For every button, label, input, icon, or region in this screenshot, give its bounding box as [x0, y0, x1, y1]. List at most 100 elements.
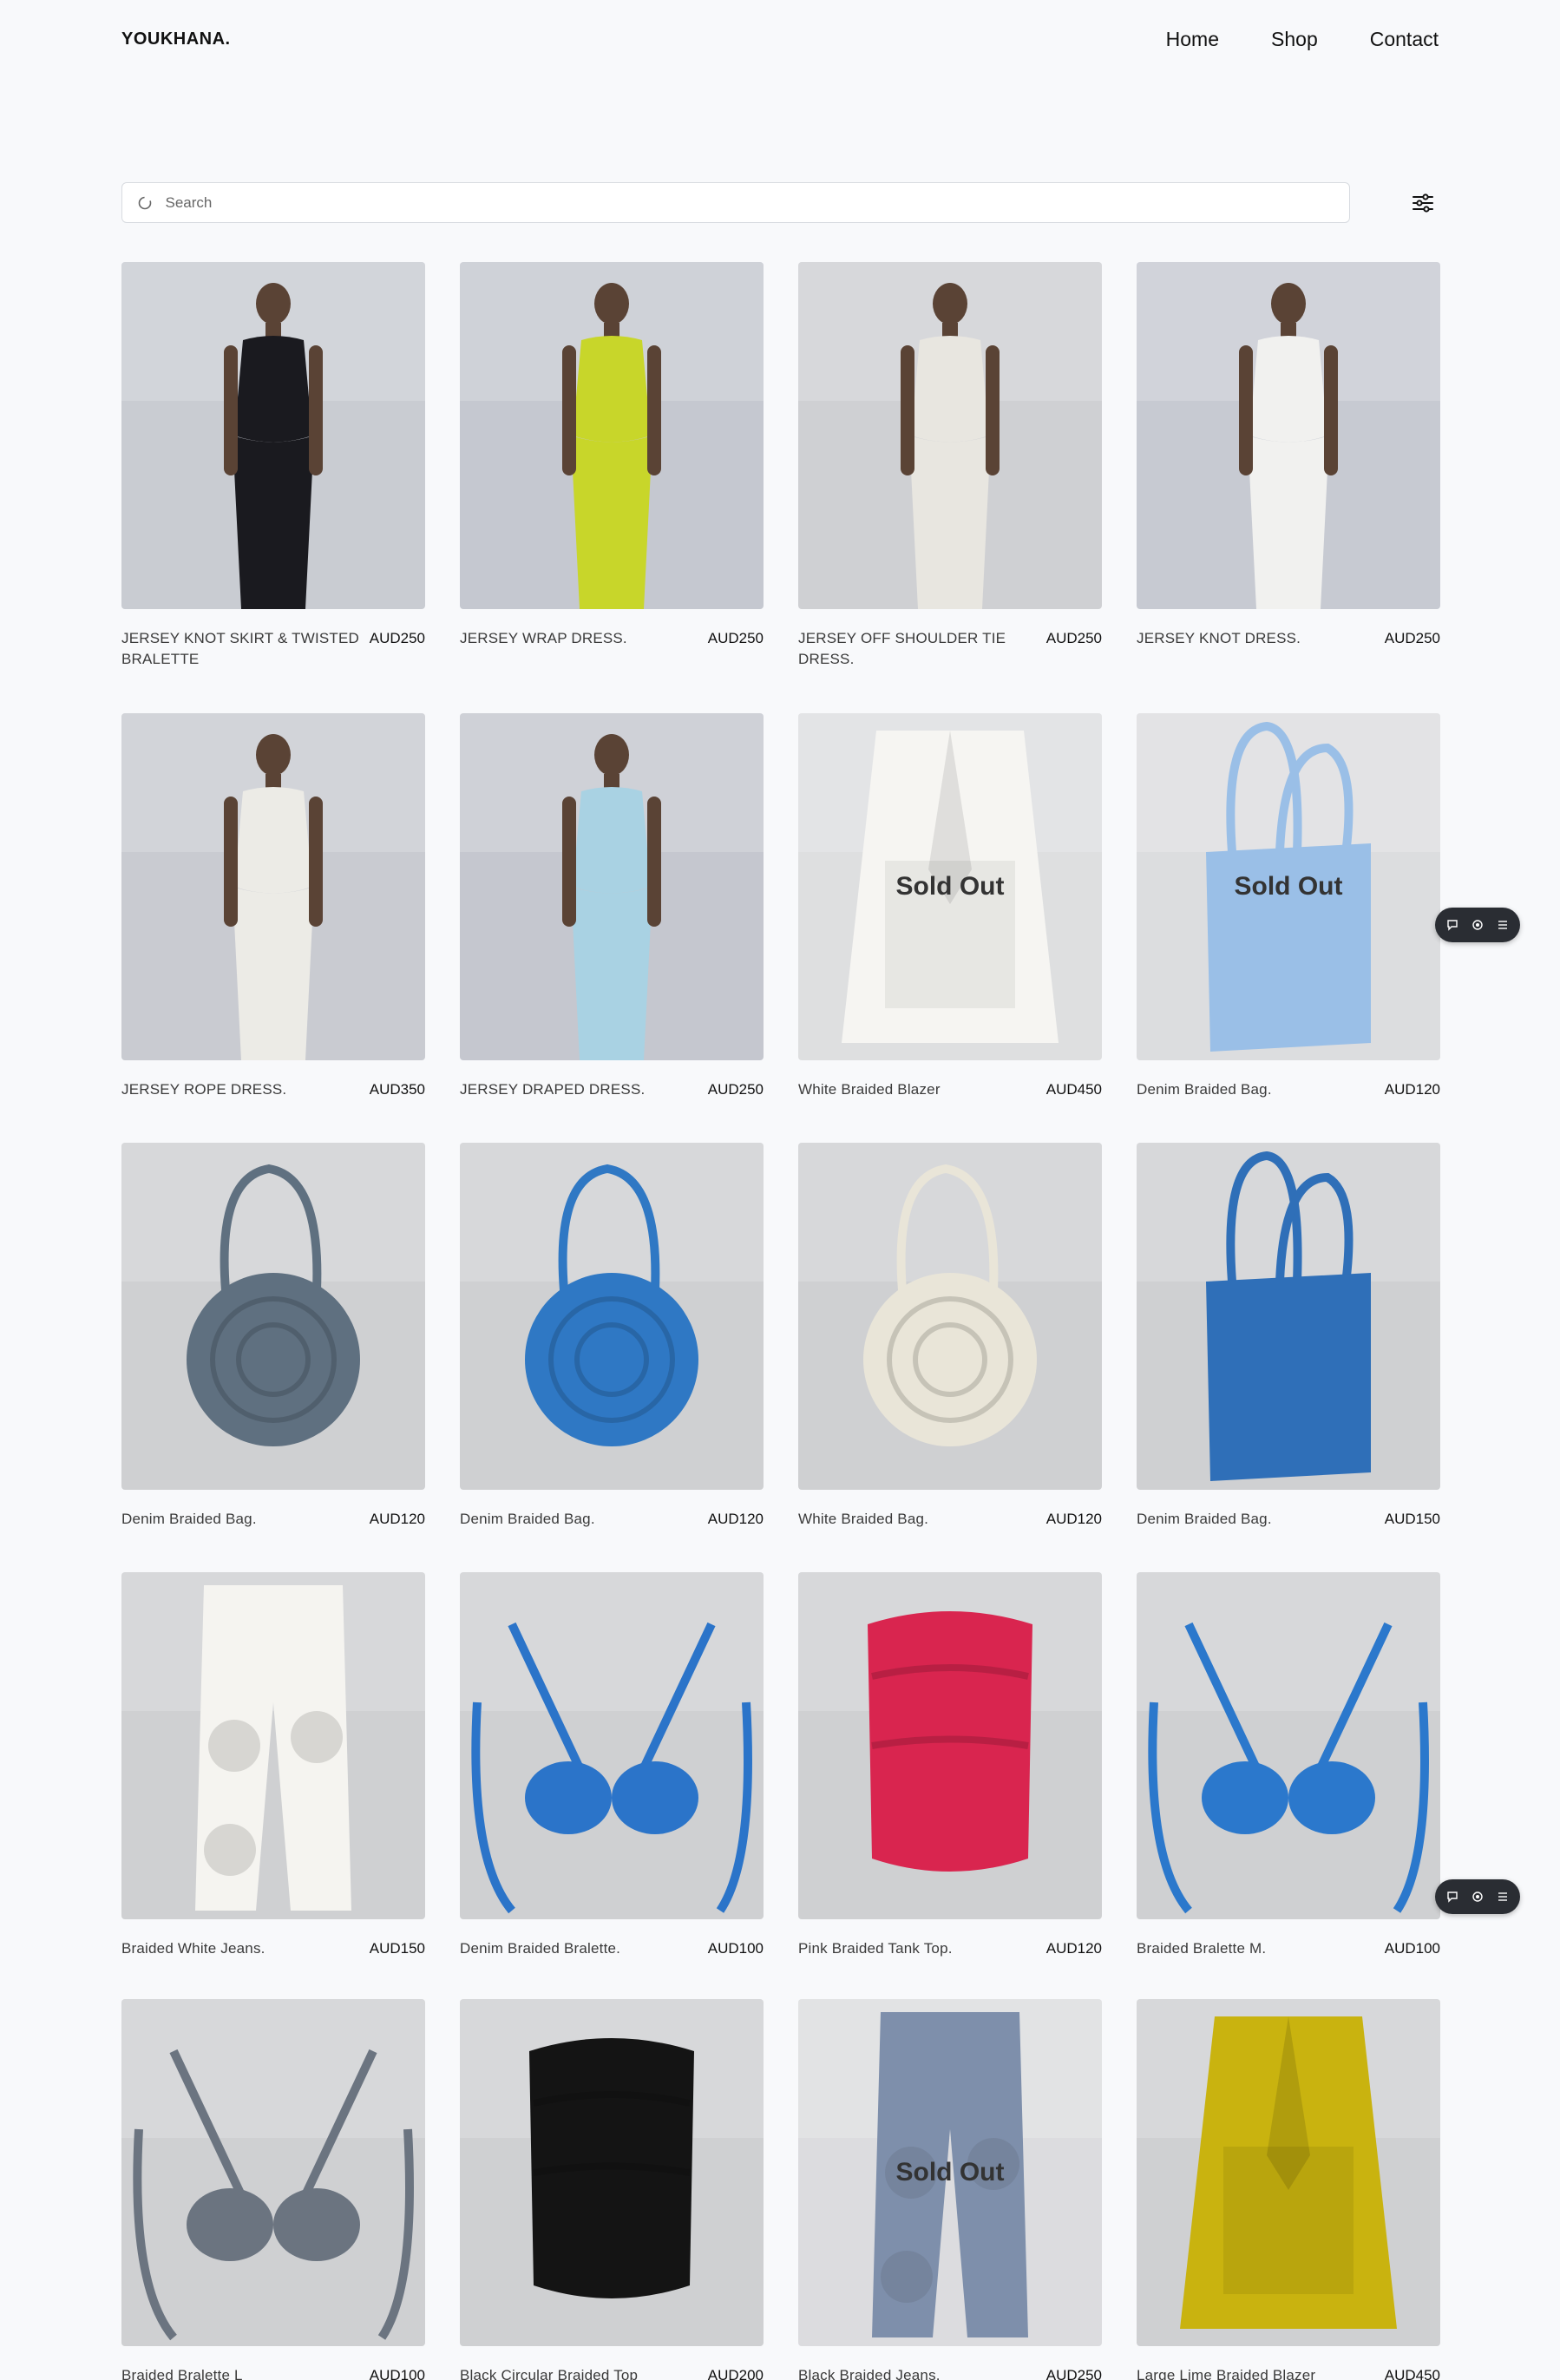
floating-toolbar-2[interactable] — [1435, 1879, 1520, 1914]
eye-icon[interactable] — [1470, 1889, 1485, 1905]
product-card[interactable]: Large Lime Braided Blazer AUD450 — [1137, 1999, 1440, 2380]
product-title[interactable]: JERSEY KNOT DRESS. — [1137, 628, 1301, 649]
product-meta: JERSEY OFF SHOULDER TIE DRESS. AUD250 — [798, 609, 1102, 670]
product-image — [460, 1999, 764, 2346]
sold-out-label: Sold Out — [895, 2158, 1005, 2187]
search-box[interactable] — [121, 182, 1350, 223]
product-meta: White Braided Bag. AUD120 — [798, 1490, 1102, 1530]
product-card[interactable]: Braided Bralette M. AUD100 — [1137, 1572, 1440, 1999]
product-price: AUD350 — [369, 1081, 425, 1098]
brand-logo[interactable]: YOUKHANA. — [121, 30, 231, 49]
product-card[interactable]: Sold Out White Braided Blazer AUD450 — [798, 713, 1102, 1143]
product-title[interactable]: Braided Bralette M. — [1137, 1938, 1266, 1959]
site-header: YOUKHANA. Home Shop Contact — [121, 24, 1439, 54]
product-meta: Large Lime Braided Blazer AUD450 — [1137, 2346, 1440, 2380]
product-meta: Black Braided Jeans. AUD250 — [798, 2346, 1102, 2380]
product-thumbnail[interactable] — [460, 1143, 764, 1490]
product-image — [121, 262, 425, 609]
product-image — [460, 262, 764, 609]
product-thumbnail[interactable] — [460, 262, 764, 609]
floating-toolbar[interactable] — [1435, 908, 1520, 942]
product-meta: Denim Braided Bag. AUD120 — [121, 1490, 425, 1530]
product-title[interactable]: Denim Braided Bag. — [1137, 1509, 1272, 1530]
product-price: AUD250 — [707, 1081, 764, 1098]
product-title[interactable]: Braided Bralette L — [121, 2365, 243, 2380]
product-thumbnail[interactable] — [798, 262, 1102, 609]
product-thumbnail[interactable] — [121, 262, 425, 609]
product-card[interactable]: Braided Bralette L AUD100 — [121, 1999, 425, 2380]
comment-icon[interactable] — [1445, 917, 1460, 933]
product-title[interactable]: Denim Braided Bralette. — [460, 1938, 620, 1959]
product-thumbnail[interactable] — [460, 1572, 764, 1919]
product-card[interactable]: JERSEY KNOT SKIRT & TWISTED BRALETTE AUD2… — [121, 262, 425, 713]
product-thumbnail[interactable]: Sold Out — [1137, 713, 1440, 1060]
product-title[interactable]: Denim Braided Bag. — [460, 1509, 595, 1530]
product-title[interactable]: Denim Braided Bag. — [121, 1509, 257, 1530]
product-image — [460, 1143, 764, 1490]
comment-icon[interactable] — [1445, 1889, 1460, 1905]
product-card[interactable]: JERSEY KNOT DRESS. AUD250 — [1137, 262, 1440, 713]
product-title[interactable]: White Braided Bag. — [798, 1509, 928, 1530]
product-title[interactable]: JERSEY WRAP DRESS. — [460, 628, 627, 649]
product-title[interactable]: Pink Braided Tank Top. — [798, 1938, 953, 1959]
menu-icon[interactable] — [1495, 917, 1511, 933]
product-thumbnail[interactable] — [460, 1999, 764, 2346]
product-title[interactable]: JERSEY OFF SHOULDER TIE DRESS. — [798, 628, 1041, 670]
product-card[interactable]: Sold Out Denim Braided Bag. AUD120 — [1137, 713, 1440, 1143]
product-meta: JERSEY ROPE DRESS. AUD350 — [121, 1060, 425, 1100]
product-price: AUD200 — [707, 2367, 764, 2380]
product-title[interactable]: Black Circular Braided Top — [460, 2365, 638, 2380]
product-thumbnail[interactable] — [121, 1572, 425, 1919]
product-card[interactable]: Black Circular Braided Top AUD200 — [460, 1999, 764, 2380]
product-thumbnail[interactable] — [1137, 262, 1440, 609]
filter-button[interactable] — [1407, 187, 1439, 219]
product-meta: JERSEY DRAPED DRESS. AUD250 — [460, 1060, 764, 1100]
product-title[interactable]: Braided White Jeans. — [121, 1938, 265, 1959]
product-card[interactable]: Denim Braided Bag. AUD120 — [121, 1143, 425, 1572]
product-image — [121, 1999, 425, 2346]
product-card[interactable]: Denim Braided Bag. AUD150 — [1137, 1143, 1440, 1572]
product-card[interactable]: JERSEY WRAP DRESS. AUD250 — [460, 262, 764, 713]
product-thumbnail[interactable] — [460, 713, 764, 1060]
product-thumbnail[interactable] — [121, 1999, 425, 2346]
product-thumbnail[interactable] — [121, 1143, 425, 1490]
product-thumbnail[interactable]: Sold Out — [798, 713, 1102, 1060]
product-title[interactable]: JERSEY DRAPED DRESS. — [460, 1079, 645, 1100]
nav-home[interactable]: Home — [1166, 28, 1219, 51]
product-thumbnail[interactable] — [798, 1572, 1102, 1919]
product-thumbnail[interactable] — [1137, 1999, 1440, 2346]
search-input[interactable] — [165, 193, 1349, 212]
product-title[interactable]: Black Braided Jeans. — [798, 2365, 941, 2380]
product-thumbnail[interactable] — [121, 713, 425, 1060]
product-image — [798, 262, 1102, 609]
product-meta: Braided Bralette L AUD100 — [121, 2346, 425, 2380]
product-thumbnail[interactable] — [798, 1143, 1102, 1490]
product-price: AUD120 — [707, 1511, 764, 1527]
product-card[interactable]: Denim Braided Bralette. AUD100 — [460, 1572, 764, 1999]
product-thumbnail[interactable] — [1137, 1143, 1440, 1490]
product-image — [460, 1572, 764, 1919]
product-title[interactable]: JERSEY KNOT SKIRT & TWISTED BRALETTE — [121, 628, 364, 670]
product-title[interactable]: JERSEY ROPE DRESS. — [121, 1079, 286, 1100]
product-title[interactable]: White Braided Blazer — [798, 1079, 941, 1100]
product-card[interactable]: White Braided Bag. AUD120 — [798, 1143, 1102, 1572]
eye-icon[interactable] — [1470, 917, 1485, 933]
product-card[interactable]: JERSEY DRAPED DRESS. AUD250 — [460, 713, 764, 1143]
product-card[interactable]: JERSEY ROPE DRESS. AUD350 — [121, 713, 425, 1143]
nav-shop[interactable]: Shop — [1271, 28, 1318, 51]
nav-contact[interactable]: Contact — [1370, 28, 1439, 51]
product-title[interactable]: Denim Braided Bag. — [1137, 1079, 1272, 1100]
product-thumbnail[interactable]: Sold Out — [798, 1999, 1102, 2346]
product-meta: Pink Braided Tank Top. AUD120 — [798, 1919, 1102, 1959]
product-image — [121, 1572, 425, 1919]
product-title[interactable]: Large Lime Braided Blazer — [1137, 2365, 1315, 2380]
product-card[interactable]: Pink Braided Tank Top. AUD120 — [798, 1572, 1102, 1999]
product-card[interactable]: Sold Out Black Braided Jeans. AUD250 — [798, 1999, 1102, 2380]
product-card[interactable]: Braided White Jeans. AUD150 — [121, 1572, 425, 1999]
product-card[interactable]: Denim Braided Bag. AUD120 — [460, 1143, 764, 1572]
menu-icon[interactable] — [1495, 1889, 1511, 1905]
product-price: AUD100 — [1384, 1940, 1440, 1957]
product-card[interactable]: JERSEY OFF SHOULDER TIE DRESS. AUD250 — [798, 262, 1102, 713]
product-price: AUD250 — [1045, 630, 1102, 646]
product-thumbnail[interactable] — [1137, 1572, 1440, 1919]
